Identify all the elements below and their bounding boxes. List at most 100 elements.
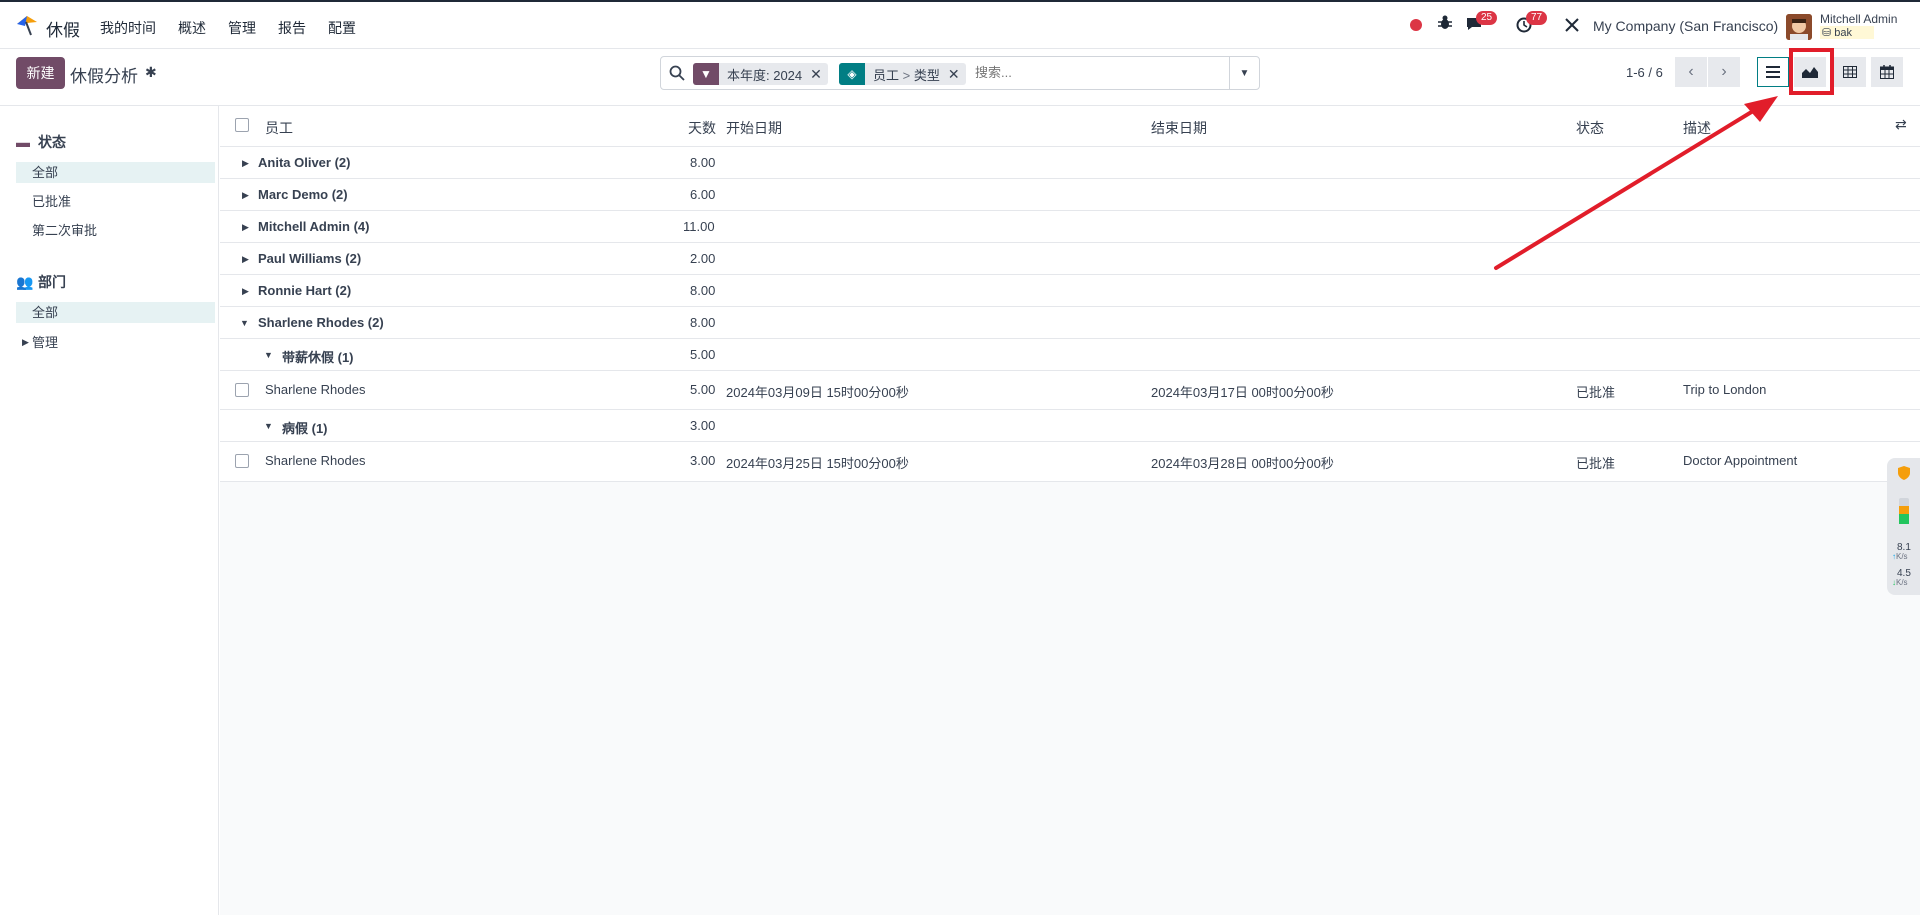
remove-filter-facet-icon[interactable]: ✕ xyxy=(810,66,828,83)
table-row[interactable]: Sharlene Rhodes 5.00 2024年03月09日 15时00分0… xyxy=(220,371,1920,410)
group-label: Ronnie Hart (2) xyxy=(258,283,352,298)
menu-my-time[interactable]: 我的时间 xyxy=(100,18,156,38)
database-name: ⛁ bak xyxy=(1820,26,1875,39)
subgroup-days: 3.00 xyxy=(690,418,716,433)
department-section-label: 部门 xyxy=(38,274,66,290)
caret-down-icon: ▼ xyxy=(240,318,249,328)
cell-end-date: 2024年03月28日 00时00分00秒 xyxy=(1151,456,1334,471)
group-row[interactable]: ▶ Mitchell Admin (4) 11.00 xyxy=(220,211,1920,243)
pager-value[interactable]: 1-6 / 6 xyxy=(1626,65,1663,80)
caret-right-icon: ▶ xyxy=(242,254,249,264)
column-header-status[interactable]: 状态 xyxy=(1576,118,1604,138)
download-unit-label: K/s xyxy=(1896,578,1908,587)
department-item-management[interactable]: ▶ 管理 xyxy=(16,332,215,353)
column-header-end-date[interactable]: 结束日期 xyxy=(1151,118,1207,138)
group-days: 11.00 xyxy=(683,219,715,234)
menu-overview[interactable]: 概述 xyxy=(178,18,206,38)
search-icon[interactable] xyxy=(669,65,685,81)
group-row[interactable]: ▶ Anita Oliver (2) 8.00 xyxy=(220,147,1920,179)
network-speed-widget[interactable]: 8.1 ↑K/s 4.5 ↓K/s xyxy=(1887,458,1920,595)
row-checkbox[interactable] xyxy=(235,454,249,468)
column-header-days[interactable]: 天数 xyxy=(688,118,716,138)
column-header-start-date[interactable]: 开始日期 xyxy=(726,118,782,138)
menu-management[interactable]: 管理 xyxy=(228,18,256,38)
status-item-all[interactable]: 全部 xyxy=(16,162,215,183)
search-bar[interactable]: ▼ 本年度: 2024 ✕ ◈ 员工 > 类型 ✕ ▼ xyxy=(660,56,1260,90)
groupby-facet-label-employee: 员工 xyxy=(873,67,900,83)
activities-clock-icon[interactable]: 77 xyxy=(1516,11,1548,36)
search-options-toggle[interactable]: ▼ xyxy=(1229,57,1259,89)
layers-icon: ◈ xyxy=(839,63,865,85)
top-navbar: 休假 我的时间 概述 管理 报告 配置 25 77 My Company (Sa… xyxy=(0,0,1920,49)
cell-days: 3.00 xyxy=(690,453,716,468)
cell-employee: Sharlene Rhodes xyxy=(265,382,366,397)
group-row[interactable]: ▶ Paul Williams (2) 2.00 xyxy=(220,243,1920,275)
subgroup-row[interactable]: ▼ 病假 (1) 3.00 xyxy=(220,410,1920,442)
app-name[interactable]: 休假 xyxy=(46,16,80,41)
recording-dot-icon[interactable] xyxy=(1410,19,1422,31)
usage-bar-icon xyxy=(1899,498,1909,524)
user-avatar[interactable] xyxy=(1786,14,1812,40)
status-section-title: ▬ 状态 xyxy=(16,132,66,152)
list-view-icon[interactable] xyxy=(1757,57,1789,87)
debug-bug-icon[interactable] xyxy=(1438,15,1452,34)
user-name[interactable]: Mitchell Admin xyxy=(1820,12,1897,26)
menu-reporting[interactable]: 报告 xyxy=(278,18,306,38)
cell-days: 5.00 xyxy=(690,382,716,397)
pager-previous-icon[interactable]: ‹ xyxy=(1675,57,1707,87)
subgroup-label: 带薪休假 (1) xyxy=(282,350,354,365)
group-days: 2.00 xyxy=(690,251,716,266)
groupby-facet-separator: > xyxy=(902,67,911,83)
department-item-management-label: 管理 xyxy=(32,335,59,350)
table-row[interactable]: Sharlene Rhodes 3.00 2024年03月25日 15时00分0… xyxy=(220,442,1920,482)
caret-right-icon[interactable]: ▶ xyxy=(22,332,29,353)
search-panel: ▬ 状态 全部 已批准 第二次审批 👥 部门 全部 ▶ 管理 xyxy=(0,106,219,915)
cell-description: Doctor Appointment xyxy=(1683,453,1798,468)
group-row[interactable]: ▶ Marc Demo (2) 6.00 xyxy=(220,179,1920,211)
column-header-description[interactable]: 描述 xyxy=(1683,118,1711,138)
group-label: Anita Oliver (2) xyxy=(258,155,351,170)
status-section-label: 状态 xyxy=(38,134,66,150)
list-view: 员工 天数 开始日期 结束日期 状态 描述 ⇄ ▶ Anita Oliver (… xyxy=(220,106,1920,915)
cell-description: Trip to London xyxy=(1683,382,1767,397)
company-switcher[interactable]: My Company (San Francisco) xyxy=(1593,18,1778,34)
cell-start-date: 2024年03月09日 15时00分00秒 xyxy=(726,385,909,400)
status-item-second-approval[interactable]: 第二次审批 xyxy=(16,220,215,241)
download-speed-unit: ↓K/s xyxy=(1892,578,1908,587)
new-button[interactable]: 新建 xyxy=(16,57,65,89)
upload-unit-label: K/s xyxy=(1896,552,1908,561)
caret-right-icon: ▶ xyxy=(242,222,249,232)
group-label: Marc Demo (2) xyxy=(258,187,348,202)
row-checkbox[interactable] xyxy=(235,383,249,397)
activities-badge: 77 xyxy=(1526,11,1548,25)
department-item-all[interactable]: 全部 xyxy=(16,302,215,323)
calendar-view-icon[interactable] xyxy=(1871,57,1903,87)
tools-icon[interactable] xyxy=(1564,17,1580,36)
group-label: Mitchell Admin (4) xyxy=(258,219,370,234)
subgroup-row[interactable]: ▼ 带薪休假 (1) 5.00 xyxy=(220,339,1920,371)
caret-right-icon: ▶ xyxy=(242,286,249,296)
group-row-expanded[interactable]: ▼ Sharlene Rhodes (2) 8.00 xyxy=(220,307,1920,339)
cell-start-date: 2024年03月25日 15时00分00秒 xyxy=(726,456,909,471)
groupby-facet[interactable]: ◈ 员工 > 类型 ✕ xyxy=(839,63,966,85)
select-all-checkbox[interactable] xyxy=(235,118,249,132)
group-days: 8.00 xyxy=(690,155,716,170)
groupby-facet-label-type: 类型 xyxy=(913,67,940,83)
subgroup-days: 5.00 xyxy=(690,347,716,362)
pager-next-icon[interactable]: › xyxy=(1708,57,1740,87)
group-row[interactable]: ▶ Ronnie Hart (2) 8.00 xyxy=(220,275,1920,307)
messages-badge: 25 xyxy=(1476,11,1498,25)
pivot-view-icon[interactable] xyxy=(1834,57,1866,87)
cell-employee: Sharlene Rhodes xyxy=(265,453,366,468)
app-logo-icon[interactable] xyxy=(15,14,39,36)
menu-configuration[interactable]: 配置 xyxy=(328,18,356,38)
column-header-employee[interactable]: 员工 xyxy=(265,118,293,138)
remove-groupby-facet-icon[interactable]: ✕ xyxy=(948,66,966,83)
optional-columns-icon[interactable]: ⇄ xyxy=(1895,116,1907,133)
status-item-approved[interactable]: 已批准 xyxy=(16,191,215,212)
messages-icon[interactable]: 25 xyxy=(1466,11,1498,34)
search-input[interactable] xyxy=(975,65,1175,80)
filter-facet[interactable]: ▼ 本年度: 2024 ✕ xyxy=(693,63,828,85)
main-menu: 我的时间 概述 管理 报告 配置 xyxy=(100,18,356,38)
gear-icon[interactable]: ✱ xyxy=(145,64,157,81)
